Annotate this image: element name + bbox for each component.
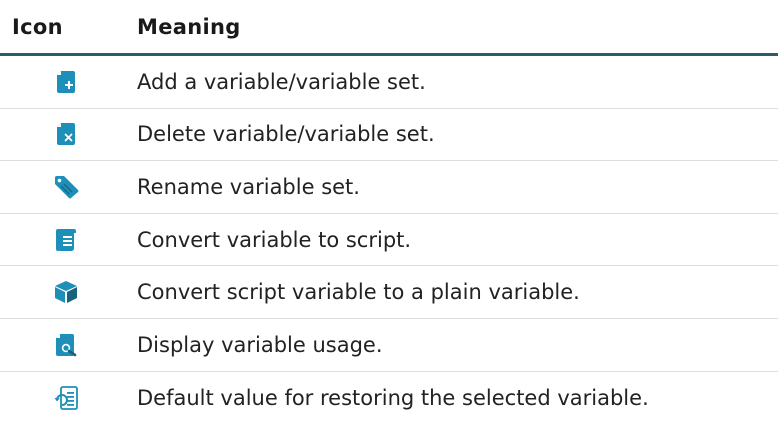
icon-legend-table: Icon Meaning Add a variable/variable set… (0, 0, 778, 424)
tag-icon (0, 175, 131, 199)
table-row: Display variable usage. (0, 319, 778, 372)
row-meaning: Add a variable/variable set. (137, 69, 426, 94)
script-icon (0, 228, 131, 252)
table-row: Default value for restoring the selected… (0, 372, 778, 424)
row-meaning: Display variable usage. (137, 332, 383, 357)
table-row: Convert variable to script. (0, 214, 778, 267)
row-meaning: Convert variable to script. (137, 227, 412, 252)
icon-column-header: Icon (12, 14, 63, 39)
row-meaning: Convert script variable to a plain varia… (137, 280, 580, 305)
restore-default-icon (0, 385, 131, 410)
table-row: Rename variable set. (0, 161, 778, 214)
delete-file-icon (0, 122, 131, 146)
table-row: Add a variable/variable set. (0, 56, 778, 109)
cube-icon (0, 280, 131, 304)
meaning-column-header: Meaning (137, 14, 241, 39)
table-header: Icon Meaning (0, 0, 778, 56)
table-row: Convert script variable to a plain varia… (0, 266, 778, 319)
add-file-icon (0, 70, 131, 94)
row-meaning: Delete variable/variable set. (137, 122, 435, 147)
row-meaning: Rename variable set. (137, 174, 360, 199)
table-row: Delete variable/variable set. (0, 109, 778, 162)
search-file-icon (0, 333, 131, 357)
row-meaning: Default value for restoring the selected… (137, 385, 649, 410)
